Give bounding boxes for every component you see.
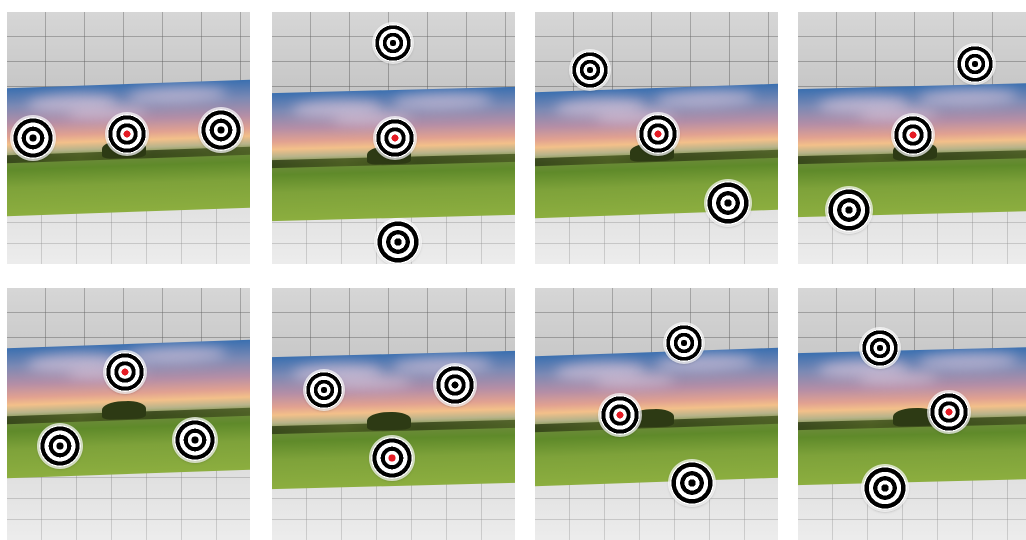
cloud <box>918 351 1018 371</box>
scene-panel <box>272 12 515 264</box>
bullseye-target-icon[interactable] <box>174 419 216 461</box>
bullseye-target-icon[interactable] <box>435 365 475 405</box>
bullseye-target-icon[interactable] <box>376 220 420 264</box>
cloud <box>655 88 755 109</box>
scene-panel <box>798 288 1026 540</box>
bullseye-target-icon[interactable] <box>200 109 242 151</box>
bullseye-target-icon[interactable] <box>893 115 933 155</box>
bullseye-target-icon[interactable] <box>305 371 343 409</box>
bullseye-target-icon[interactable] <box>956 45 994 83</box>
landscape-wall <box>535 347 778 487</box>
scene-panel <box>535 288 778 540</box>
bullseye-target-icon[interactable] <box>706 181 750 225</box>
bullseye-target-icon[interactable] <box>371 437 413 479</box>
bullseye-target-icon[interactable] <box>374 24 412 62</box>
scene-panel <box>7 12 250 264</box>
landscape-wall <box>798 346 1026 486</box>
bullseye-target-icon[interactable] <box>863 466 907 510</box>
bullseye-target-icon[interactable] <box>107 114 147 154</box>
bullseye-target-icon[interactable] <box>12 117 54 159</box>
scene-panel <box>535 12 778 264</box>
bullseye-target-icon[interactable] <box>665 324 703 362</box>
scene-panel <box>272 288 515 540</box>
bullseye-target-icon[interactable] <box>929 392 969 432</box>
cloud <box>392 91 492 111</box>
bullseye-target-icon[interactable] <box>827 188 871 232</box>
bullseye-target-icon[interactable] <box>670 461 714 505</box>
cloud <box>918 87 1018 107</box>
bullseye-target-icon[interactable] <box>861 329 899 367</box>
bullseye-target-icon[interactable] <box>600 395 640 435</box>
scene-panel <box>7 288 250 540</box>
bullseye-target-icon[interactable] <box>571 51 609 89</box>
bullseye-target-icon[interactable] <box>105 352 145 392</box>
tree <box>367 411 411 431</box>
cloud <box>127 84 227 105</box>
scene-panel <box>798 12 1026 264</box>
bullseye-target-icon[interactable] <box>375 118 415 158</box>
bullseye-target-icon[interactable] <box>39 425 81 467</box>
tree <box>102 400 146 420</box>
bullseye-target-icon[interactable] <box>638 114 678 154</box>
